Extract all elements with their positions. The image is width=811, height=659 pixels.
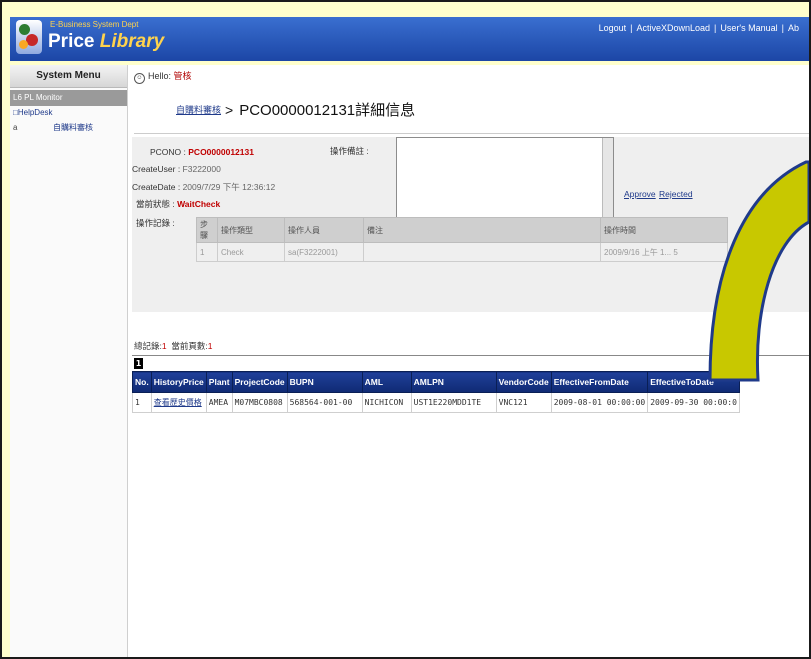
record-counts: 總記錄:1 當前頁數:1 [134,340,212,352]
pcono-label: PCONO : [150,147,189,157]
history-row: 1 Check sa(F3222001) 2009/9/16 上午 1... 5 [196,242,728,262]
greeting: ☺ Hello: 管核 [134,69,192,84]
col-projectcode[interactable]: ProjectCode [231,371,288,393]
history-cell [363,242,601,262]
app-header: E-Business System Dept Price Library Log… [10,17,809,61]
total-value: 1 [161,341,167,351]
cell-aml: NICHICON [361,392,412,413]
user-icon: ☺ [134,73,145,84]
page-title-line: 自購料審核 > PCO0000012131詳細信息 [176,99,415,120]
col-plant[interactable]: Plant [205,371,233,393]
status-row: 當前狀態 : WaitCheck [136,198,220,210]
cell-vendorcode: VNC121 [495,392,552,413]
total-label: 總記錄: [134,341,162,351]
history-cell: 1 [196,242,218,262]
breadcrumb-link[interactable]: 自購料審核 [176,105,221,115]
col-vendorcode[interactable]: VendorCode [495,371,552,393]
createuser-value: F3222000 [182,164,221,174]
history-header-row: 步驟 操作類型 操作人員 備注 操作時間 [196,217,728,243]
pcono-row: PCONO : PCO0000012131 [150,147,254,157]
sidebar-group-l6-pl-monitor[interactable]: L6 PL Monitor [10,90,127,106]
note-textarea[interactable] [396,137,614,219]
app-title-part1: Price [48,31,100,52]
logo-icon [16,20,42,54]
app-title-part2: Library [99,31,165,52]
hello-label: Hello: [148,71,174,81]
sidebar: System Menu L6 PL Monitor □HelpDesk a 自購料… [10,65,128,657]
about-link[interactable]: Ab [788,23,799,33]
history-price-link[interactable]: 查看歷史價格 [150,392,207,413]
system-menu-title: System Menu [10,65,127,88]
col-no[interactable]: No. [132,371,152,393]
activex-download-link[interactable]: ActiveXDownLoad [637,23,711,33]
col-effectivefromdate[interactable]: EffectiveFromDate [550,371,649,393]
annotation-arrow [708,160,809,382]
history-cell: sa(F3222001) [284,242,364,262]
rejected-link[interactable]: Rejected [659,189,693,199]
history-cell: Check [217,242,285,262]
createdate-value: 2009/7/29 下午 12:36:12 [182,182,276,192]
top-links: Logout | ActiveXDownLoad | User's Manual | Ab [598,23,799,33]
divider [134,133,809,134]
sidebar-sub-label: 自購料審核 [53,123,93,132]
screenshot-frame: E-Business System Dept Price Library Log… [0,0,811,659]
history-table: 步驟 操作類型 操作人員 備注 操作時間 1 Check sa(F3222001… [196,217,728,262]
price-table: No. HistoryPrice Plant ProjectCode BUPN … [132,371,740,413]
hello-user: 管核 [173,71,192,81]
history-col-user: 操作人員 [284,217,364,243]
department-label: E-Business System Dept [50,20,139,29]
app-title: Price Library [48,31,164,53]
cell-effectivefromdate: 2009-08-01 00:00:00 [550,392,649,413]
status-value: WaitCheck [177,199,221,209]
page-value: 1 [207,341,213,351]
status-label: 當前狀態 : [136,199,178,209]
page-label: 當前頁數: [171,341,208,351]
sidebar-item-helpdesk-label: HelpDesk [17,108,53,117]
col-amlpn[interactable]: AMLPN [410,371,497,393]
createuser-label: CreateUser : [132,164,183,174]
sidebar-item-self-purchase-review[interactable]: a 自購料審核 [10,120,127,136]
table-row: 1 查看歷史價格 AMEA M07MBC0808 568564-001-00 N… [132,392,740,413]
history-col-step: 步驟 [196,217,218,243]
pcono-value: PCO0000012131 [188,147,254,157]
history-col-type: 操作類型 [217,217,285,243]
history-label: 操作記錄 : [136,218,175,228]
history-col-note: 備注 [363,217,601,243]
note-label: 操作備註 : [330,146,369,156]
col-aml[interactable]: AML [361,371,412,393]
cell-plant: AMEA [205,392,233,413]
sidebar-item-helpdesk[interactable]: □HelpDesk [10,106,127,120]
createdate-row: CreateDate : 2009/7/29 下午 12:36:12 [132,181,275,193]
annotation-arrow-shape [708,160,809,382]
cell-no: 1 [132,392,152,413]
createdate-label: CreateDate : [132,182,183,192]
breadcrumb-arrow: > [225,102,234,118]
cell-effectivetodate: 2009-09-30 00:00:0 [647,392,740,413]
cell-projectcode: M07MBC0808 [231,392,288,413]
logout-link[interactable]: Logout [599,23,627,33]
page-button[interactable]: 1 [134,358,143,369]
createuser-row: CreateUser : F3222000 [132,164,221,174]
col-bupn[interactable]: BUPN [286,371,363,393]
price-header-row: No. HistoryPrice Plant ProjectCode BUPN … [132,371,740,393]
top-margin [2,2,809,16]
cell-amlpn: UST1E220MDD1TE [410,392,497,413]
cell-bupn: 568564-001-00 [286,392,363,413]
sidebar-sub-bullet: a [13,123,18,132]
approve-link[interactable]: Approve [624,189,656,199]
col-historyprice[interactable]: HistoryPrice [150,371,207,393]
page-title: PCO0000012131詳細信息 [239,102,416,119]
note-scrollbar[interactable] [602,138,613,218]
users-manual-link[interactable]: User's Manual [720,23,777,33]
